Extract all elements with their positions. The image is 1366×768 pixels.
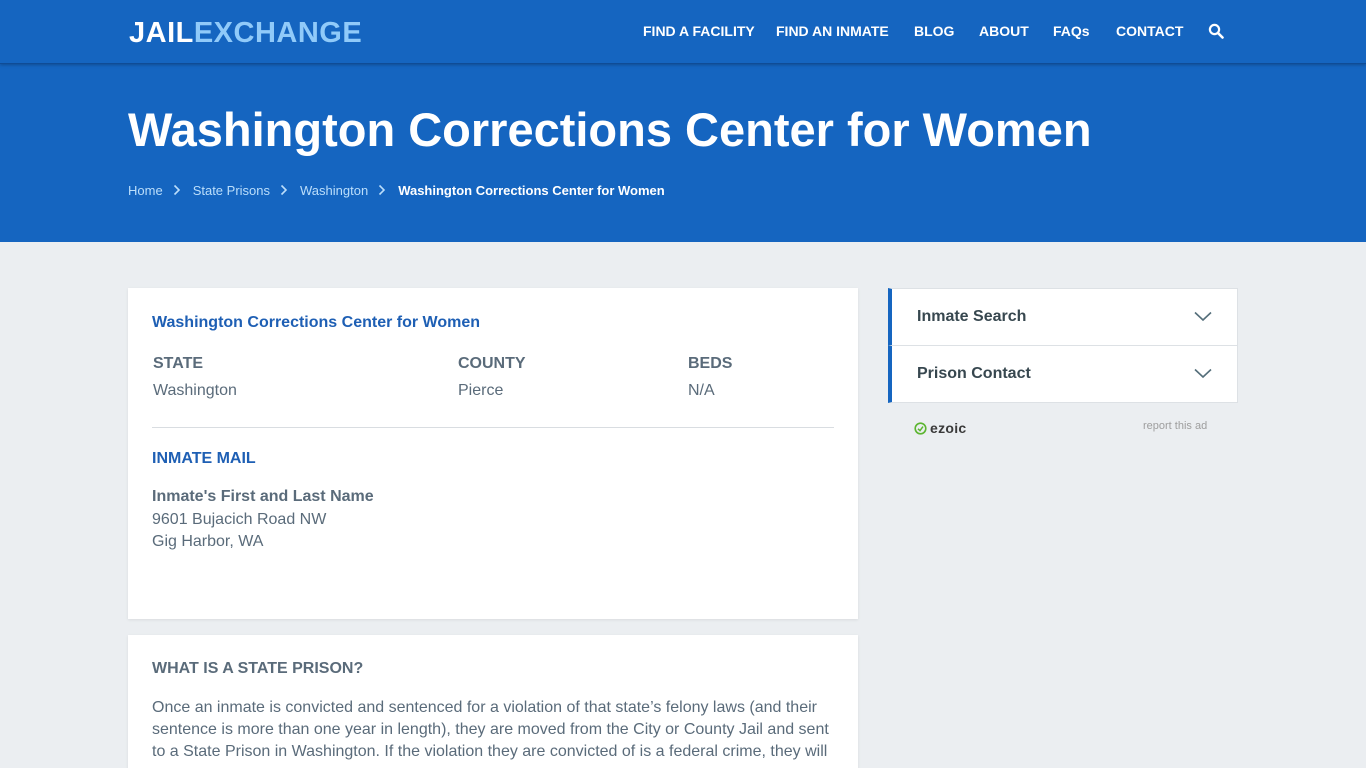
info-text: Once an inmate is convicted and sentence…	[152, 699, 829, 760]
page-title: Washington Corrections Center for Women	[128, 103, 1092, 156]
breadcrumb-current: Washington Corrections Center for Women	[398, 182, 665, 198]
chevron-right-icon	[379, 184, 386, 196]
stat-county: COUNTY Pierce	[458, 354, 526, 401]
breadcrumb-washington[interactable]: Washington	[300, 183, 368, 198]
sidebar-accordion: Inmate Search Prison Contact	[888, 288, 1238, 403]
stat-label: STATE	[153, 355, 204, 372]
chevron-down-icon	[1194, 311, 1212, 322]
accordion-label: Prison Contact	[917, 365, 1031, 382]
nav-faqs[interactable]: FAQs	[1053, 22, 1090, 40]
stat-value: N/A	[688, 382, 715, 399]
divider	[152, 427, 834, 428]
stat-value: Pierce	[458, 382, 504, 399]
mail-city: Gig Harbor, WA	[152, 533, 264, 550]
stat-value: Washington	[153, 382, 237, 399]
stat-beds: BEDS N/A	[688, 354, 732, 401]
breadcrumb: Home State Prisons Washington Washington…	[128, 181, 665, 199]
chevron-right-icon	[280, 184, 288, 196]
ezoic-label: ezoic	[930, 420, 967, 436]
accordion-inmate-search[interactable]: Inmate Search	[888, 288, 1238, 346]
chevron-right-icon	[173, 184, 180, 196]
ezoic-badge[interactable]: ezoic	[914, 420, 967, 436]
breadcrumb-home[interactable]: Home	[128, 183, 163, 198]
report-ad-link[interactable]: report this ad	[1143, 420, 1207, 432]
info-heading: WHAT IS A STATE PRISON?	[152, 660, 364, 677]
ezoic-logo-icon	[914, 421, 927, 435]
mail-street: 9601 Bujacich Road NW	[152, 510, 327, 528]
mail-address: Inmate's First and Last Name 9601 Bujaci…	[152, 486, 374, 554]
logo-exchange: EXCHANGE	[193, 17, 363, 49]
accordion-prison-contact[interactable]: Prison Contact	[888, 345, 1238, 403]
nav-find-facility[interactable]: FIND A FACILITY	[643, 22, 755, 40]
nav-find-inmate[interactable]: FIND AN INMATE	[776, 22, 889, 40]
state-prison-info-card: WHAT IS A STATE PRISON? Once an inmate i…	[128, 635, 858, 768]
stat-label: COUNTY	[458, 355, 526, 372]
search-icon[interactable]	[1208, 23, 1224, 39]
mail-recipient: Inmate's First and Last Name	[152, 488, 374, 505]
inmate-mail-heading: INMATE MAIL	[152, 450, 256, 467]
chevron-down-icon	[1194, 368, 1212, 379]
nav-about[interactable]: ABOUT	[979, 22, 1029, 40]
facility-name: Washington Corrections Center for Women	[152, 314, 481, 331]
top-navbar: JAILEXCHANGE FIND A FACILITY FIND AN INM…	[0, 0, 1366, 64]
site-logo[interactable]: JAILEXCHANGE	[129, 16, 362, 50]
stat-state: STATE Washington	[153, 354, 237, 401]
nav-blog[interactable]: BLOG	[914, 22, 954, 40]
logo-jail: JAIL	[129, 17, 194, 49]
accordion-label: Inmate Search	[917, 308, 1027, 325]
nav-contact[interactable]: CONTACT	[1116, 22, 1183, 40]
page-header: Washington Corrections Center for Women …	[0, 64, 1366, 242]
stat-label: BEDS	[688, 355, 733, 372]
breadcrumb-state-prisons[interactable]: State Prisons	[193, 183, 270, 198]
facility-card: Washington Corrections Center for Women …	[128, 288, 858, 619]
